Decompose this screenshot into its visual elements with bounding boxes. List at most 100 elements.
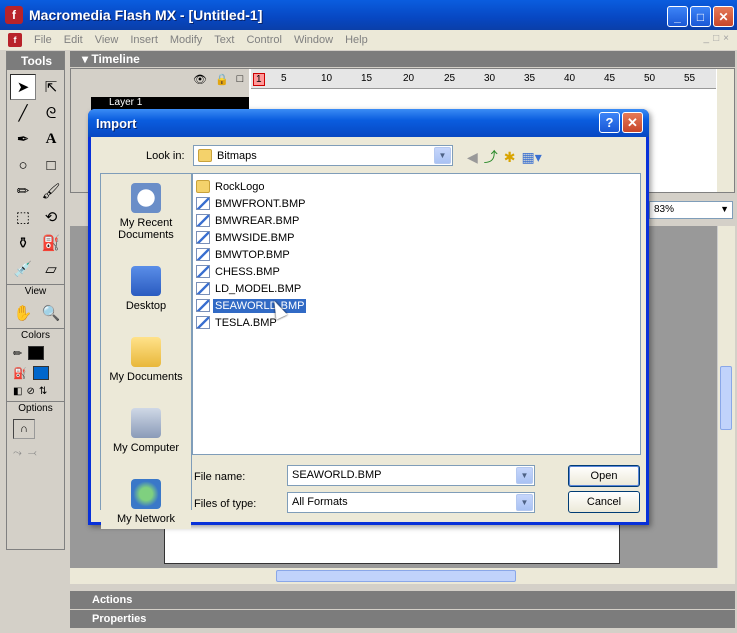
lock-icon[interactable]: 🔒 <box>215 73 229 86</box>
file-list-item[interactable]: RockLogo <box>196 178 637 195</box>
eraser-tool-icon[interactable]: ▱ <box>38 256 64 282</box>
file-name-input[interactable]: SEAWORLD.BMP ▼ <box>287 465 535 486</box>
maximize-button[interactable]: □ <box>690 6 711 27</box>
lasso-tool-icon[interactable]: ᘓ <box>38 100 64 126</box>
menu-insert[interactable]: Insert <box>124 34 164 46</box>
desktop-icon <box>131 266 161 296</box>
file-name: SEAWORLD.BMP <box>211 297 308 314</box>
stage-vertical-scrollbar[interactable] <box>717 226 735 568</box>
snap-magnet-icon[interactable]: ∩ <box>13 419 35 439</box>
pen-tool-icon[interactable]: ✒ <box>10 126 36 152</box>
new-folder-icon[interactable]: ✱ <box>504 149 516 166</box>
line-tool-icon[interactable]: ╱ <box>10 100 36 126</box>
frame-ruler[interactable]: 1 5 10 15 20 25 30 35 40 45 50 55 <box>251 69 716 89</box>
file-list-item[interactable]: BMWFRONT.BMP <box>196 195 637 212</box>
zoom-select[interactable]: 83% ▼ <box>649 201 733 219</box>
hand-tool-icon[interactable]: ✋ <box>10 300 36 326</box>
menu-control[interactable]: Control <box>240 34 287 46</box>
stroke-color-swatch[interactable] <box>28 346 45 360</box>
file-list-item[interactable]: BMWREAR.BMP <box>196 212 637 229</box>
place-my-computer[interactable]: My Computer <box>101 387 191 458</box>
oval-tool-icon[interactable]: ○ <box>10 152 36 178</box>
chevron-down-icon[interactable]: ▼ <box>516 494 533 511</box>
menu-help[interactable]: Help <box>339 34 374 46</box>
text-tool-icon[interactable]: A <box>38 126 64 152</box>
playhead[interactable]: 1 <box>253 73 265 86</box>
frame-number: 30 <box>484 73 496 84</box>
properties-panel-bar[interactable]: Properties <box>70 610 735 628</box>
eye-icon[interactable]: 👁 <box>193 73 207 86</box>
document-icon[interactable]: f <box>8 33 22 47</box>
menu-file[interactable]: File <box>28 34 58 46</box>
bitmap-file-icon <box>196 299 210 312</box>
hscroll-thumb[interactable] <box>276 570 516 582</box>
file-list-item[interactable]: TESLA.BMP <box>196 314 637 331</box>
timeline-header[interactable]: ▾ Timeline <box>70 51 735 67</box>
menu-view[interactable]: View <box>89 34 125 46</box>
free-transform-tool-icon[interactable]: ⬚ <box>10 204 36 230</box>
chevron-down-icon[interactable]: ▼ <box>516 467 533 484</box>
menu-window[interactable]: Window <box>288 34 339 46</box>
pencil-tool-icon[interactable]: ✏ <box>10 178 36 204</box>
actions-panel-bar[interactable]: Actions <box>70 591 735 609</box>
document-window-controls: _ □ × <box>704 33 729 44</box>
timeline-scrollbar[interactable] <box>717 69 734 192</box>
file-list-item[interactable]: CHESS.BMP <box>196 263 637 280</box>
file-list-item[interactable]: SEAWORLD.BMP <box>196 297 637 314</box>
recent-documents-icon <box>131 183 161 213</box>
doc-close-button[interactable]: × <box>723 33 729 44</box>
file-name: BMWTOP.BMP <box>215 248 290 261</box>
ink-bottle-tool-icon[interactable]: ⚱ <box>10 230 36 256</box>
color-options-row: ◧ ⊘ ⇅ <box>13 386 58 397</box>
file-name: RockLogo <box>215 180 265 193</box>
minimize-button[interactable]: _ <box>667 6 688 27</box>
arrow-tool-icon[interactable]: ➤ <box>10 74 36 100</box>
file-list: RockLogo BMWFRONT.BMP BMWREAR.BMP BMWSIDE.B… <box>192 173 641 455</box>
rectangle-tool-icon[interactable]: □ <box>38 152 64 178</box>
dialog-title: Import <box>96 116 137 131</box>
place-desktop[interactable]: Desktop <box>101 245 191 316</box>
look-in-select[interactable]: Bitmaps ▼ <box>193 145 453 166</box>
dialog-close-button[interactable]: ✕ <box>622 112 643 133</box>
straighten-icon[interactable]: ⤙ <box>28 447 37 460</box>
help-button[interactable]: ? <box>599 112 620 133</box>
bitmap-file-icon <box>196 214 210 227</box>
no-color-icon[interactable]: ⊘ <box>26 386 34 397</box>
chevron-down-icon[interactable]: ▼ <box>434 147 451 164</box>
up-folder-icon[interactable]: ⤴ <box>484 147 498 167</box>
swap-colors-icon[interactable]: ⇅ <box>39 386 47 397</box>
doc-minimize-button[interactable]: _ <box>704 33 710 44</box>
default-colors-icon[interactable]: ◧ <box>13 386 22 397</box>
files-of-type-select[interactable]: All Formats ▼ <box>287 492 535 513</box>
cancel-button[interactable]: Cancel <box>568 491 640 513</box>
menu-edit[interactable]: Edit <box>58 34 89 46</box>
place-recent-documents[interactable]: My Recent Documents <box>101 174 191 245</box>
fill-color-swatch[interactable] <box>32 366 49 380</box>
paint-bucket-tool-icon[interactable]: ⛽ <box>38 230 64 256</box>
close-button[interactable]: ✕ <box>713 6 734 27</box>
view-menu-icon[interactable]: ▦▾ <box>522 149 542 166</box>
open-button[interactable]: Open <box>568 465 640 487</box>
menu-modify[interactable]: Modify <box>164 34 208 46</box>
place-my-documents[interactable]: My Documents <box>101 316 191 387</box>
fill-transform-tool-icon[interactable]: ⟲ <box>38 204 64 230</box>
subselect-tool-icon[interactable]: ⇱ <box>38 74 64 100</box>
back-icon[interactable]: ◀ <box>467 149 478 166</box>
file-list-item[interactable]: BMWTOP.BMP <box>196 246 637 263</box>
smooth-icon[interactable]: ⤳ <box>13 447 22 460</box>
file-list-item[interactable]: BMWSIDE.BMP <box>196 229 637 246</box>
files-of-type-label: Files of type: <box>194 498 257 510</box>
menu-text[interactable]: Text <box>208 34 240 46</box>
file-name-label: File name: <box>194 471 246 483</box>
brush-tool-icon[interactable]: 🖌 <box>38 178 64 204</box>
file-name: BMWREAR.BMP <box>215 214 300 227</box>
vscroll-thumb[interactable] <box>720 366 732 430</box>
place-my-network[interactable]: My Network <box>101 458 191 529</box>
outline-icon[interactable]: □ <box>237 73 244 86</box>
eyedropper-tool-icon[interactable]: 💉 <box>10 256 36 282</box>
doc-restore-button[interactable]: □ <box>713 33 719 44</box>
stage-horizontal-scrollbar[interactable] <box>70 568 735 584</box>
zoom-tool-icon[interactable]: 🔍 <box>38 300 64 326</box>
layer-name: Layer 1 <box>109 97 143 108</box>
file-list-item[interactable]: LD_MODEL.BMP <box>196 280 637 297</box>
